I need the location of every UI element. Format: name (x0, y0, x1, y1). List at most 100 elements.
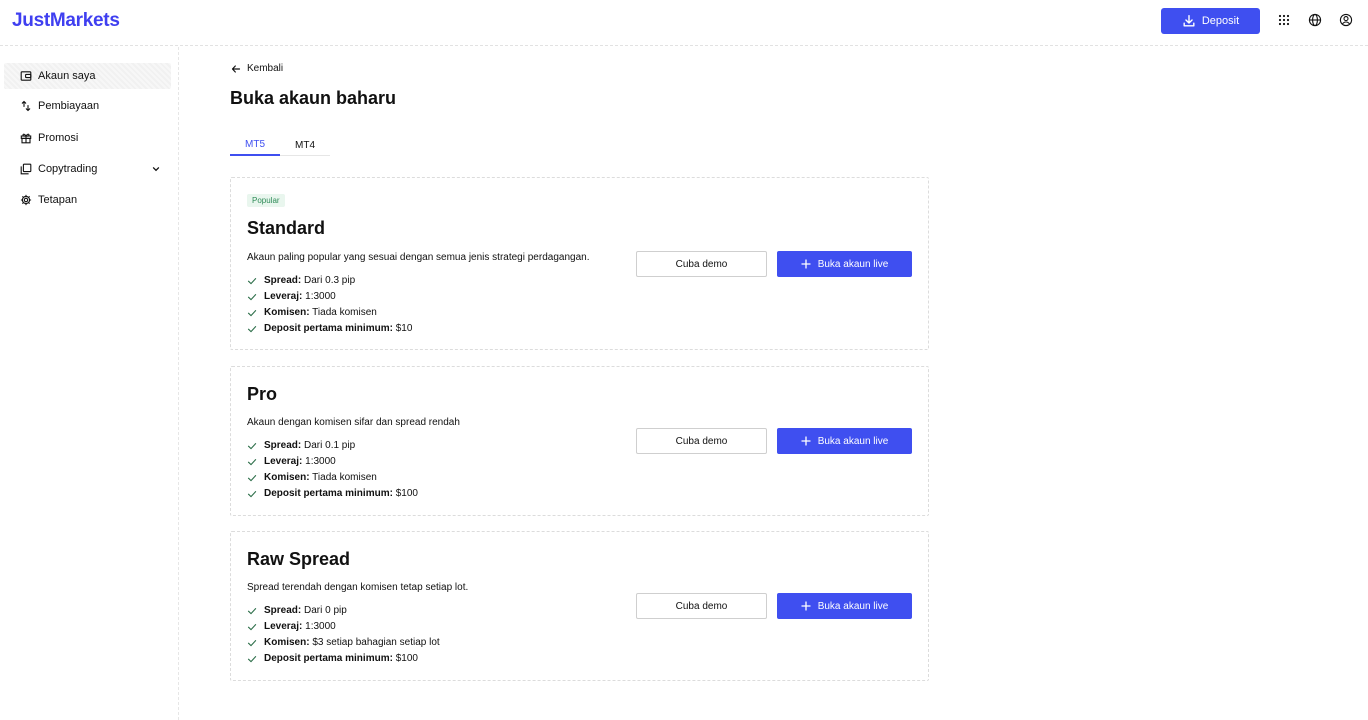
sidebar-item-label: Pembiayaan (38, 100, 100, 112)
feature-leverage: Leveraj: 1:3000 (247, 291, 336, 302)
check-icon (247, 277, 257, 284)
card-title: Standard (247, 218, 326, 238)
check-icon (247, 623, 257, 630)
feature-label: Deposit pertama minimum: (264, 323, 393, 334)
feature-value: Dari 0 pip (304, 605, 347, 616)
feature-value: $100 (395, 653, 418, 664)
gift-icon (20, 132, 32, 144)
feature-label: Leveraj: (264, 456, 303, 467)
back-link-label: Kembali (247, 63, 284, 74)
arrow-left-icon (231, 64, 241, 73)
sidebar-item-promosi[interactable]: Promosi (4, 125, 171, 151)
check-icon (247, 293, 257, 300)
card-title: Pro (247, 384, 278, 404)
feature-value: 1:3000 (305, 456, 336, 467)
card-description: Akaun paling popular yang sesuai dengan … (247, 252, 590, 263)
feature-spread: Spread: Dari 0.1 pip (247, 440, 355, 451)
check-icon (247, 655, 257, 662)
feature-commission: Komisen: Tiada komisen (247, 307, 377, 318)
feature-value: Tiada komisen (312, 472, 377, 483)
feature-leverage: Leveraj: 1:3000 (247, 621, 336, 632)
feature-label: Spread: (264, 605, 302, 616)
sidebar-item-label: Promosi (38, 132, 79, 144)
transfer-icon (20, 100, 32, 112)
open-live-account-label: Buka akaun live (817, 435, 889, 447)
tab-mt4[interactable]: MT4 (280, 134, 330, 156)
chevron-down-icon[interactable] (151, 164, 161, 174)
top-header: JustMarkets Deposit (0, 0, 1368, 46)
sidebar-item-pembiayaan[interactable]: Pembiayaan (4, 93, 171, 119)
gear-icon (20, 194, 32, 206)
feature-value: $10 (395, 323, 413, 334)
open-live-account-button[interactable]: Buka akaun live (777, 593, 912, 619)
feature-value: Dari 0.3 pip (304, 275, 356, 286)
feature-value: $3 setiap bahagian setiap lot (312, 637, 440, 648)
feature-label: Leveraj: (264, 621, 303, 632)
feature-spread: Spread: Dari 0 pip (247, 605, 347, 616)
apps-grid-icon[interactable] (1277, 13, 1291, 27)
feature-label: Deposit pertama minimum: (264, 653, 393, 664)
check-icon (247, 474, 257, 481)
feature-label: Spread: (264, 440, 302, 451)
page-title: Buka akaun baharu (230, 88, 397, 108)
feature-commission: Komisen: $3 setiap bahagian setiap lot (247, 637, 440, 648)
feature-min-deposit: Deposit pertama minimum: $100 (247, 488, 418, 499)
check-icon (247, 490, 257, 497)
popular-badge: Popular (247, 194, 285, 207)
feature-label: Komisen: (264, 472, 310, 483)
deposit-button[interactable]: Deposit (1161, 8, 1260, 34)
feature-value: 1:3000 (305, 621, 336, 632)
sidebar-item-label: Copytrading (38, 163, 98, 175)
check-icon (247, 458, 257, 465)
back-link[interactable]: Kembali (231, 63, 283, 74)
sidebar-item-label: Tetapan (38, 194, 78, 206)
try-demo-button[interactable]: Cuba demo (636, 251, 767, 277)
feature-value: Tiada komisen (312, 307, 377, 318)
check-icon (247, 309, 257, 316)
sidebar-item-tetapan[interactable]: Tetapan (4, 187, 171, 213)
check-icon (247, 442, 257, 449)
wallet-icon (20, 70, 32, 82)
download-icon (1183, 15, 1195, 27)
plus-icon (801, 259, 811, 269)
try-demo-button[interactable]: Cuba demo (636, 428, 767, 454)
try-demo-button[interactable]: Cuba demo (636, 593, 767, 619)
account-card-standard: Popular Standard Akaun paling popular ya… (230, 177, 929, 350)
feature-label: Komisen: (264, 307, 310, 318)
sidebar-item-copytrading[interactable]: Copytrading (4, 156, 171, 182)
feature-value: Dari 0.1 pip (304, 440, 356, 451)
card-title: Raw Spread (247, 549, 351, 569)
platform-tabs: MT5 MT4 (230, 134, 330, 156)
user-circle-icon[interactable] (1339, 13, 1353, 27)
copy-icon (20, 163, 32, 175)
card-description: Spread terendah dengan komisen tetap set… (247, 582, 469, 593)
sidebar: Akaun saya Pembiayaan Promosi Copytradin… (0, 47, 179, 720)
feature-label: Spread: (264, 275, 302, 286)
plus-icon (801, 601, 811, 611)
open-live-account-button[interactable]: Buka akaun live (777, 251, 912, 277)
globe-icon[interactable] (1308, 13, 1322, 27)
tab-mt5[interactable]: MT5 (230, 134, 280, 156)
feature-leverage: Leveraj: 1:3000 (247, 456, 336, 467)
card-description: Akaun dengan komisen sifar dan spread re… (247, 417, 460, 428)
feature-label: Komisen: (264, 637, 310, 648)
sidebar-item-label: Akaun saya (38, 70, 96, 82)
feature-min-deposit: Deposit pertama minimum: $10 (247, 323, 412, 334)
check-icon (247, 325, 257, 332)
feature-label: Leveraj: (264, 291, 303, 302)
feature-label: Deposit pertama minimum: (264, 488, 393, 499)
logo[interactable]: JustMarkets (12, 10, 120, 32)
feature-value: 1:3000 (305, 291, 336, 302)
account-card-raw-spread: Raw Spread Spread terendah dengan komise… (230, 531, 929, 681)
open-live-account-label: Buka akaun live (817, 600, 889, 612)
deposit-button-label: Deposit (1201, 15, 1240, 27)
plus-icon (801, 436, 811, 446)
check-icon (247, 607, 257, 614)
feature-value: $100 (395, 488, 418, 499)
feature-spread: Spread: Dari 0.3 pip (247, 275, 355, 286)
open-live-account-button[interactable]: Buka akaun live (777, 428, 912, 454)
account-card-pro: Pro Akaun dengan komisen sifar dan sprea… (230, 366, 929, 516)
sidebar-item-akaun-saya[interactable]: Akaun saya (4, 63, 171, 89)
feature-min-deposit: Deposit pertama minimum: $100 (247, 653, 418, 664)
feature-commission: Komisen: Tiada komisen (247, 472, 377, 483)
